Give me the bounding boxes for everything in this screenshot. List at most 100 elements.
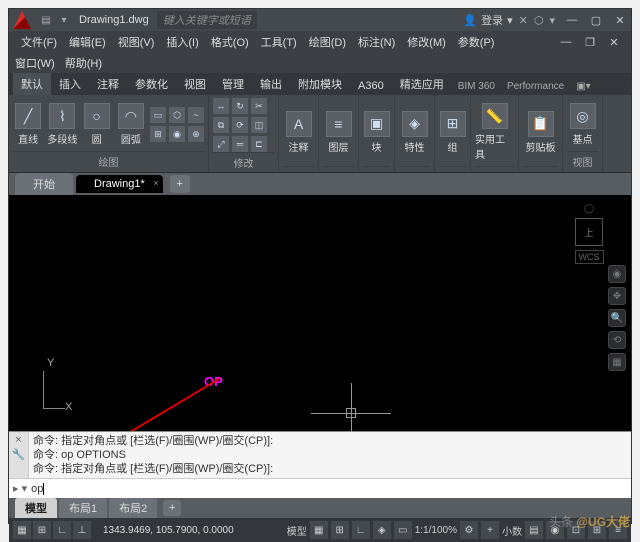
orbit-icon[interactable]: ⟲ <box>608 331 626 349</box>
menu-draw[interactable]: 绘图(D) <box>303 32 352 52</box>
ortho-toggle[interactable]: ⊥ <box>73 521 91 539</box>
btn-arc[interactable]: ◠圆弧 <box>116 103 146 146</box>
ribbon-expand-icon[interactable]: ▣▾ <box>570 78 596 95</box>
doc-close-button[interactable]: ✕ <box>603 33 625 51</box>
tab-a360[interactable]: A360 <box>350 77 392 95</box>
login-area[interactable]: 👤 登录 ▾ <box>463 12 512 28</box>
status-icon[interactable]: ▤ <box>525 521 543 539</box>
tab-performance[interactable]: Performance <box>501 78 570 95</box>
menu-insert[interactable]: 插入(I) <box>160 32 204 52</box>
menu-param[interactable]: 参数(P) <box>452 32 501 52</box>
btn-clipboard[interactable]: 📋剪贴板 <box>523 111 558 154</box>
viewcube-face[interactable]: 上 <box>575 218 603 246</box>
draw-small-icon[interactable]: ~ <box>188 107 204 123</box>
nav-wheel-icon[interactable]: ◉ <box>608 265 626 283</box>
menu-edit[interactable]: 编辑(E) <box>63 32 112 52</box>
viewcube[interactable]: ◯ 上 WCS <box>567 203 611 259</box>
snap-toggle[interactable]: ∟ <box>53 521 71 539</box>
menu-dim[interactable]: 标注(N) <box>352 32 401 52</box>
command-input[interactable]: ▸ ▾ op <box>9 478 631 498</box>
pan-icon[interactable]: ✥ <box>608 287 626 305</box>
tab-addins[interactable]: 附加模块 <box>290 73 350 95</box>
maximize-button[interactable]: ▢ <box>585 11 607 29</box>
app-logo-icon[interactable] <box>13 11 31 29</box>
draw-small-icon[interactable]: ⬡ <box>169 107 185 123</box>
modify-icon[interactable]: ⧉ <box>213 117 229 133</box>
doc-minimize-button[interactable]: — <box>555 33 577 51</box>
draw-small-icon[interactable]: ⊕ <box>188 126 204 142</box>
close-icon[interactable]: × <box>153 178 158 188</box>
tab-manage[interactable]: 管理 <box>214 73 252 95</box>
scale-list[interactable]: 1:1/100% <box>415 525 457 536</box>
status-icon[interactable]: ◈ <box>373 521 391 539</box>
modelspace-label[interactable]: 模型 <box>287 523 307 538</box>
btn-annotate[interactable]: A注释 <box>283 111 314 154</box>
a360-icon[interactable]: ⬡ <box>534 14 544 27</box>
grid-toggle[interactable]: ⊞ <box>33 521 51 539</box>
modify-icon[interactable]: ⊏ <box>251 136 267 152</box>
modify-icon[interactable]: ↻ <box>232 98 248 114</box>
tab-parametric[interactable]: 参数化 <box>127 73 176 95</box>
add-layout-button[interactable]: + <box>163 500 181 516</box>
status-icon[interactable]: ∟ <box>352 521 370 539</box>
tab-drawing1[interactable]: Drawing1*× <box>76 175 163 193</box>
tab-default[interactable]: 默认 <box>13 73 51 95</box>
modify-icon[interactable]: ⟳ <box>232 117 248 133</box>
menu-view[interactable]: 视图(V) <box>112 32 161 52</box>
tab-annotate[interactable]: 注释 <box>89 73 127 95</box>
status-icon[interactable]: ▭ <box>394 521 412 539</box>
modify-icon[interactable]: ═ <box>232 136 248 152</box>
btn-polyline[interactable]: ⌇多段线 <box>47 103 77 146</box>
tab-featured[interactable]: 精选应用 <box>392 73 452 95</box>
new-tab-button[interactable]: + <box>170 175 190 193</box>
layout-layout1[interactable]: 布局1 <box>59 498 107 518</box>
status-icon[interactable]: ⚙ <box>460 521 478 539</box>
btn-circle[interactable]: ○圆 <box>82 103 112 146</box>
btn-properties[interactable]: ◈特性 <box>399 111 430 154</box>
layout-layout2[interactable]: 布局2 <box>109 498 157 518</box>
status-icon[interactable]: ⊞ <box>331 521 349 539</box>
tab-insert[interactable]: 插入 <box>51 73 89 95</box>
drawing-canvas[interactable]: ◯ 上 WCS ◉ ✥ 🔍 ⟲ ▦ Y X OP <box>9 195 631 431</box>
menu-tools[interactable]: 工具(T) <box>255 32 303 52</box>
qat-btn[interactable]: ▤ <box>39 13 53 27</box>
search-input[interactable]: 键入关键字或短语 <box>157 11 257 29</box>
close-cmd-icon[interactable]: × <box>15 434 21 446</box>
tab-view[interactable]: 视图 <box>176 73 214 95</box>
btn-group[interactable]: ⊞组 <box>439 111 466 154</box>
btn-line[interactable]: ╱直线 <box>13 103 43 146</box>
btn-block[interactable]: ▣块 <box>363 111 390 154</box>
wrench-icon[interactable]: 🔧 <box>12 448 26 461</box>
draw-small-icon[interactable]: ⊞ <box>150 126 166 142</box>
showmotion-icon[interactable]: ▦ <box>608 353 626 371</box>
help-dropdown-icon[interactable]: ▾ <box>549 14 555 27</box>
minimize-button[interactable]: — <box>561 11 583 29</box>
close-button[interactable]: ✕ <box>609 11 631 29</box>
status-icon[interactable]: + <box>481 521 499 539</box>
status-icon[interactable]: ▦ <box>310 521 328 539</box>
doc-restore-button[interactable]: ❐ <box>579 33 601 51</box>
modify-icon[interactable]: ◫ <box>251 117 267 133</box>
draw-small-icon[interactable]: ▭ <box>150 107 166 123</box>
btn-layer[interactable]: ≡图层 <box>323 111 354 154</box>
menu-modify[interactable]: 修改(M) <box>401 32 452 52</box>
modify-icon[interactable]: ↔ <box>213 98 229 114</box>
modelspace-toggle[interactable]: ▦ <box>13 521 31 539</box>
qat-dropdown-icon[interactable]: ▾ <box>57 13 71 27</box>
exchange-icon[interactable]: ✕ <box>519 14 528 27</box>
command-history[interactable]: 命令: 指定对角点或 [栏选(F)/圈围(WP)/圈交(CP)]: 命令: op… <box>29 432 631 478</box>
menu-file[interactable]: 文件(F) <box>15 32 63 52</box>
tab-bim360[interactable]: BIM 360 <box>452 78 501 95</box>
btn-basepoint[interactable]: ◎基点 <box>567 103 598 146</box>
tab-output[interactable]: 输出 <box>252 73 290 95</box>
tab-start[interactable]: 开始 <box>15 173 73 195</box>
units-label[interactable]: 小数 <box>502 523 522 538</box>
menu-window[interactable]: 窗口(W) <box>15 55 55 71</box>
coordinates-readout[interactable]: 1343.9469, 105.7900, 0.0000 <box>103 525 234 536</box>
modify-icon[interactable]: ⤢ <box>213 136 229 152</box>
modify-icon[interactable]: ✂ <box>251 98 267 114</box>
btn-utilities[interactable]: 📏实用工具 <box>475 103 514 161</box>
menu-help[interactable]: 帮助(H) <box>65 55 102 71</box>
draw-small-icon[interactable]: ◉ <box>169 126 185 142</box>
menu-format[interactable]: 格式(O) <box>205 32 255 52</box>
